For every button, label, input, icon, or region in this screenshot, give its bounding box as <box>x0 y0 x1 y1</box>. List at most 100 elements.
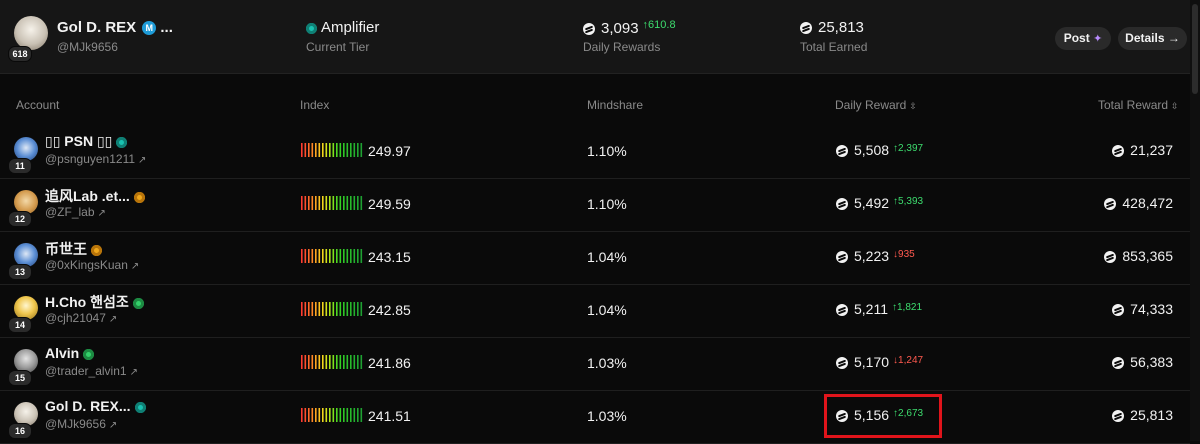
index-bars-icon <box>301 355 363 369</box>
index-bar <box>357 355 359 369</box>
row-account-name[interactable]: ▯▯ PSN ▯▯ <box>45 133 128 150</box>
verified-icon <box>134 401 146 413</box>
table-row[interactable]: 11 ▯▯ PSN ▯▯ @psnguyen1211 ↗ 249.97 1.10% 5,50… <box>0 125 1190 179</box>
row-total-reward: 21,237 <box>1112 142 1173 158</box>
row-account-name[interactable]: 币世王 <box>45 239 102 259</box>
index-bar <box>357 302 359 316</box>
index-bar <box>325 143 328 157</box>
row-daily-change: ↓1,247 <box>893 355 924 366</box>
highlight-box <box>824 394 942 438</box>
row-total-value: 428,472 <box>1122 195 1173 211</box>
token-icon <box>836 145 848 158</box>
column-daily-reward[interactable]: Daily Reward ⇳ <box>835 98 917 112</box>
row-account-name[interactable]: Gol D. REX... <box>45 398 146 414</box>
index-bar <box>322 355 324 369</box>
row-total-reward: 428,472 <box>1104 195 1173 211</box>
row-total-reward: 25,813 <box>1112 407 1173 423</box>
index-bars-icon <box>301 143 363 157</box>
index-bar <box>322 249 324 263</box>
index-bar <box>336 355 338 369</box>
index-bar <box>360 302 363 316</box>
table-row[interactable]: 16 Gol D. REX... @MJk9656 ↗ 241.51 1.03% 5,156… <box>0 390 1190 444</box>
external-link-icon: ↗ <box>130 261 140 272</box>
index-bar <box>332 302 335 316</box>
index-bar <box>336 302 338 316</box>
row-total-value: 74,333 <box>1130 301 1173 317</box>
index-bar <box>315 143 317 157</box>
index-bar <box>322 196 324 210</box>
index-bar <box>350 302 352 316</box>
index-bar <box>318 143 321 157</box>
index-bar <box>332 355 335 369</box>
details-button[interactable]: Details → <box>1118 27 1187 50</box>
table-row[interactable]: 15 Alvin @trader_alvin1 ↗ 241.86 1.03% 5,170 ↓1… <box>0 337 1190 391</box>
index-bars-icon <box>301 196 363 210</box>
row-rank-badge: 16 <box>8 423 32 439</box>
index-bar <box>360 355 363 369</box>
index-bar <box>360 143 363 157</box>
index-bar <box>346 249 349 263</box>
index-bar <box>346 355 349 369</box>
row-account-name[interactable]: Alvin <box>45 345 95 361</box>
scrollbar[interactable] <box>1190 0 1200 441</box>
table-row[interactable]: 13 币世王 @0xKingsKuan ↗ 243.15 1.04% 5,223 ↓935 85… <box>0 231 1190 285</box>
profile-name[interactable]: Gol D. REX M ... <box>57 19 173 36</box>
row-total-reward: 853,365 <box>1104 248 1173 264</box>
row-account-name-text: H.Cho 핸섬조 <box>45 294 129 310</box>
token-icon <box>836 357 848 370</box>
column-total-reward[interactable]: Total Reward ⇳ <box>1098 98 1179 112</box>
row-account-name[interactable]: 追风Lab .et... <box>45 186 145 206</box>
row-account-name-text: Alvin <box>45 345 80 361</box>
index-bar <box>343 249 345 263</box>
row-change-value: 1,247 <box>898 355 924 366</box>
sort-icon[interactable]: ⇳ <box>909 101 917 111</box>
index-bar <box>336 196 338 210</box>
index-bar <box>350 249 352 263</box>
verified-icon: M <box>142 21 157 36</box>
row-daily-reward: 5,211 ↑1,821 <box>836 301 922 317</box>
row-account-handle[interactable]: @trader_alvin1 ↗ <box>45 364 138 378</box>
row-account-handle[interactable]: @0xKingsKuan ↗ <box>45 258 139 272</box>
row-account-handle[interactable]: @cjh21047 ↗ <box>45 311 117 325</box>
token-icon <box>836 251 848 264</box>
row-index: 241.86 <box>368 355 411 371</box>
row-account-name-text: ▯▯ PSN ▯▯ <box>45 133 113 149</box>
index-bars-icon <box>301 249 363 263</box>
index-bar <box>301 408 303 422</box>
index-bar <box>308 355 310 369</box>
index-bar <box>346 196 349 210</box>
index-bar <box>350 408 352 422</box>
index-bar <box>311 408 314 422</box>
index-bar <box>315 249 317 263</box>
row-account-handle[interactable]: @psnguyen1211 ↗ <box>45 152 146 166</box>
index-bar <box>318 249 321 263</box>
scrollbar-thumb[interactable] <box>1192 4 1198 94</box>
index-bar <box>325 302 328 316</box>
index-bar <box>343 408 345 422</box>
row-account-handle[interactable]: @ZF_lab ↗ <box>45 205 106 219</box>
index-bar <box>343 355 345 369</box>
index-bar <box>339 196 342 210</box>
row-daily-reward: 5,492 ↑5,393 <box>836 195 923 211</box>
post-button[interactable]: Post ✦ <box>1055 27 1111 50</box>
column-total-reward-label: Total Reward <box>1098 98 1169 112</box>
index-bar <box>353 302 356 316</box>
index-bar <box>339 302 342 316</box>
table-row[interactable]: 12 追风Lab .et... @ZF_lab ↗ 249.59 1.10% 5,492 ↑5… <box>0 178 1190 232</box>
index-bar <box>336 143 338 157</box>
row-account-name-text: 追风Lab .et... <box>45 188 130 204</box>
row-handle-text: @cjh21047 <box>45 311 106 325</box>
row-account-name[interactable]: H.Cho 핸섬조 <box>45 292 144 312</box>
row-daily-reward: 5,170 ↓1,247 <box>836 354 923 370</box>
row-account-handle[interactable]: @MJk9656 ↗ <box>45 417 117 431</box>
token-icon <box>1104 198 1117 211</box>
index-bar <box>329 355 331 369</box>
index-bar <box>315 302 317 316</box>
profile-avatar[interactable] <box>14 16 48 50</box>
sort-icon[interactable]: ⇳ <box>1171 101 1179 111</box>
table-row[interactable]: 14 H.Cho 핸섬조 @cjh21047 ↗ 242.85 1.04% 5,211 ↑1,… <box>0 284 1190 338</box>
index-bar <box>329 249 331 263</box>
index-bar <box>322 302 324 316</box>
row-handle-text: @trader_alvin1 <box>45 364 127 378</box>
column-mindshare: Mindshare <box>587 98 644 112</box>
